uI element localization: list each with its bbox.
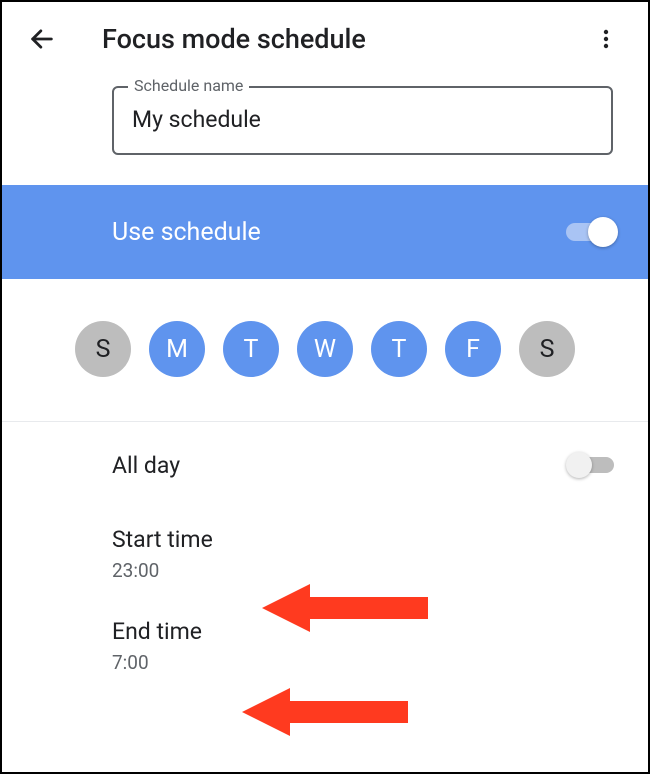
use-schedule-toggle[interactable] [566, 217, 618, 247]
back-arrow-icon [28, 25, 56, 53]
all-day-toggle[interactable] [566, 450, 618, 480]
day-sun[interactable]: S [75, 321, 131, 377]
day-mon[interactable]: M [149, 321, 205, 377]
use-schedule-row[interactable]: Use schedule [2, 185, 648, 279]
day-fri[interactable]: F [445, 321, 501, 377]
end-time-label: End time [112, 618, 202, 645]
day-thu[interactable]: T [371, 321, 427, 377]
schedule-name-value: My schedule [132, 106, 593, 133]
all-day-row[interactable]: All day [2, 422, 648, 508]
more-vert-icon [594, 27, 618, 51]
header: Focus mode schedule [2, 2, 648, 76]
end-time-row[interactable]: End time 7:00 [2, 600, 648, 692]
schedule-name-label: Schedule name [128, 76, 249, 95]
more-button[interactable] [584, 17, 628, 61]
toggle-thumb [588, 217, 618, 247]
day-wed[interactable]: W [297, 321, 353, 377]
day-tue[interactable]: T [223, 321, 279, 377]
schedule-name-input[interactable]: Schedule name My schedule [112, 86, 613, 155]
end-time-value: 7:00 [112, 651, 202, 674]
all-day-label: All day [112, 452, 180, 479]
day-sat[interactable]: S [519, 321, 575, 377]
start-time-value: 23:00 [112, 559, 213, 582]
use-schedule-label: Use schedule [112, 218, 261, 247]
schedule-name-section: Schedule name My schedule [2, 76, 648, 185]
back-button[interactable] [20, 17, 64, 61]
days-row: S M T W T F S [2, 279, 648, 422]
page-title: Focus mode schedule [102, 23, 584, 55]
toggle-thumb [566, 452, 592, 478]
start-time-row[interactable]: Start time 23:00 [2, 508, 648, 600]
start-time-label: Start time [112, 526, 213, 553]
